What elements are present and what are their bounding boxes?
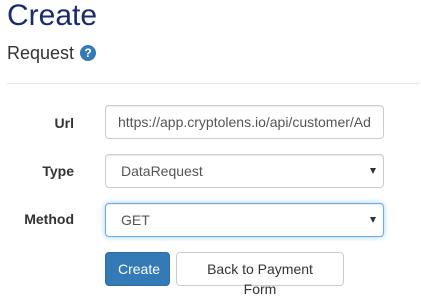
method-select-value: GET <box>121 212 150 228</box>
create-request-page: Create Request ? Url Type DataRequest Me… <box>0 0 421 304</box>
type-select[interactable]: DataRequest <box>105 154 384 188</box>
method-select[interactable]: GET <box>105 203 384 237</box>
url-input[interactable] <box>105 105 384 139</box>
subtitle-text: Request <box>7 42 75 63</box>
type-label: Type <box>42 163 74 179</box>
url-label: Url <box>54 115 74 131</box>
help-icon[interactable]: ? <box>80 45 97 61</box>
chevron-down-icon <box>370 168 376 174</box>
section-subtitle: Request ? <box>7 42 97 64</box>
divider <box>7 83 420 84</box>
page-title: Create <box>7 0 98 32</box>
method-label: Method <box>24 211 74 227</box>
back-to-payment-form-button[interactable]: Back to Payment Form <box>176 252 344 297</box>
chevron-down-icon <box>370 217 376 223</box>
type-select-value: DataRequest <box>121 163 203 179</box>
create-button[interactable]: Create <box>105 252 170 286</box>
